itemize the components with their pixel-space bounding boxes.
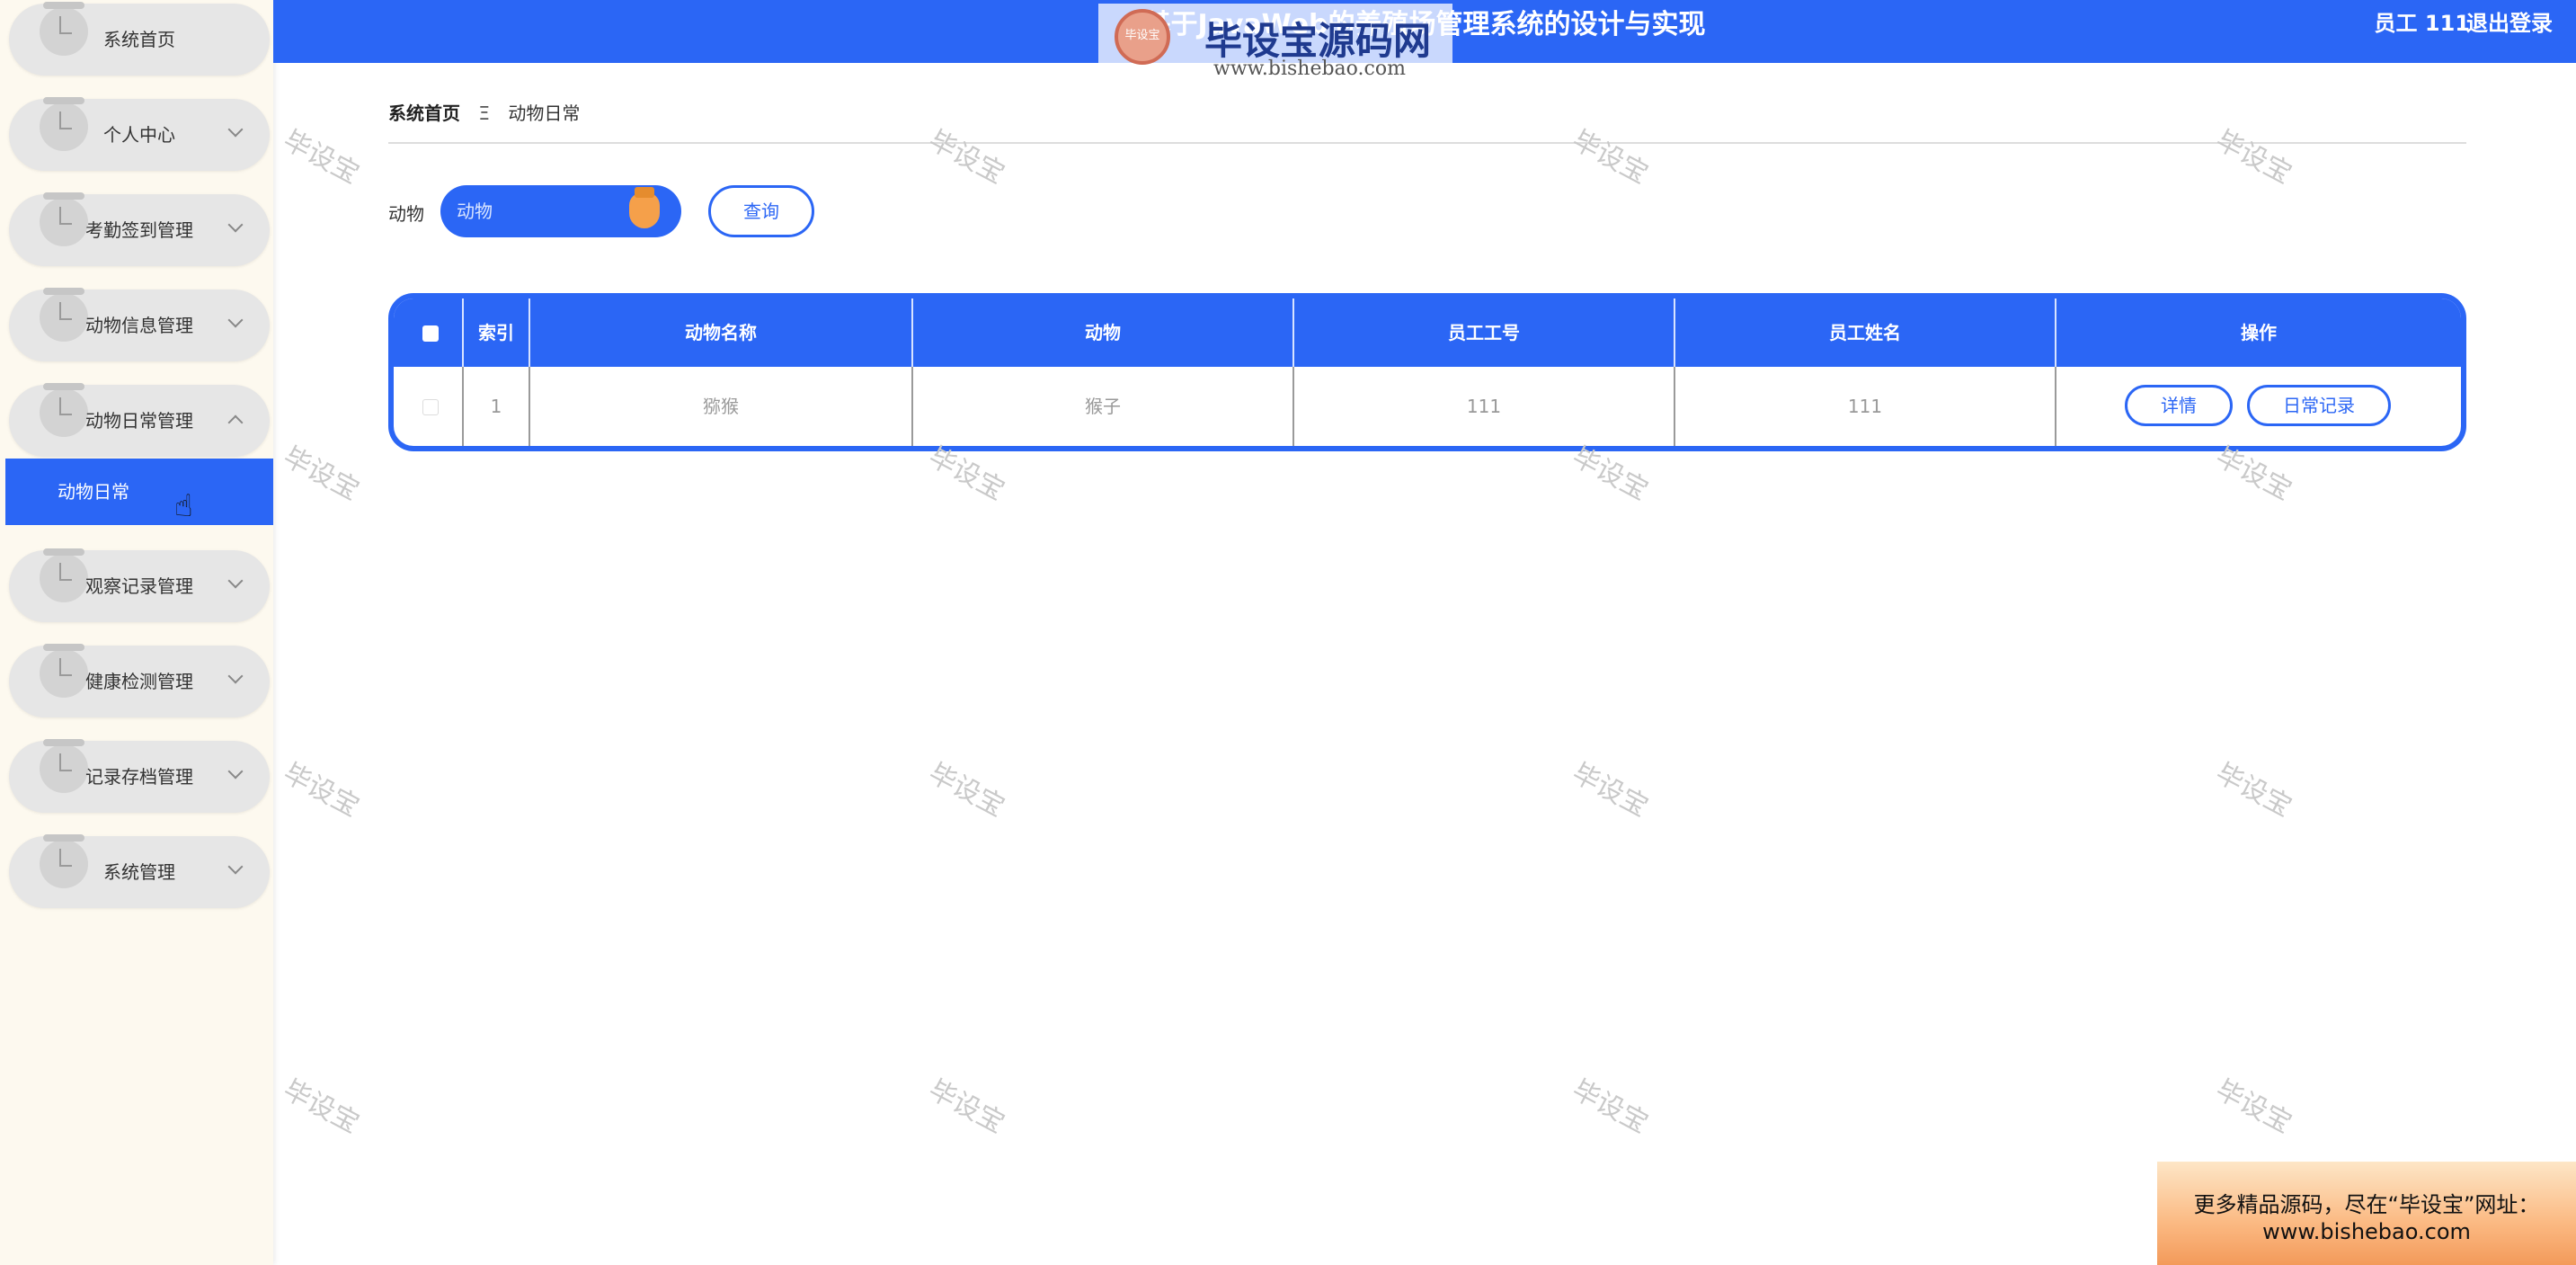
sidebar-item-label: 健康检测管理 — [85, 671, 193, 692]
watermark: 毕设宝 — [278, 124, 365, 191]
detail-button[interactable]: 详情 — [2125, 385, 2233, 426]
watermark: 毕设宝 — [278, 1073, 365, 1140]
sidebar-subitem-label: 动物日常 — [58, 481, 129, 503]
sidebar-item-profile[interactable]: 个人中心 — [9, 97, 270, 171]
watermark: 毕设宝 — [278, 757, 365, 824]
column-header: 员工工号 — [1294, 298, 1675, 367]
logout-button[interactable]: 退出登录 — [2466, 0, 2553, 47]
column-header: 操作 — [2241, 322, 2277, 343]
watermark: 毕设宝 — [923, 757, 1010, 824]
cell-animal: 猴子 — [913, 367, 1294, 446]
sidebar-item-label: 动物信息管理 — [85, 315, 193, 336]
sidebar-item-animal-info[interactable]: 动物信息管理 — [9, 288, 270, 361]
sidebar-item-attendance[interactable]: 考勤签到管理 — [9, 192, 270, 266]
promo-banner[interactable]: 更多精品源码，尽在“毕设宝”网址： www.bishebao.com — [2157, 1162, 2576, 1265]
sidebar-item-animal-daily[interactable]: 动物日常管理 — [9, 383, 270, 457]
sidebar-item-archive[interactable]: 记录存档管理 — [9, 739, 270, 813]
select-cell — [394, 367, 464, 446]
table-row: 1 猕猴 猴子 111 111 详情 日常记录 — [394, 367, 2461, 446]
daily-record-button[interactable]: 日常记录 — [2247, 385, 2391, 426]
sidebar-item-system[interactable]: 系统管理 — [9, 834, 270, 908]
sidebar-item-label: 记录存档管理 — [85, 766, 193, 788]
sidebar-item-label: 考勤签到管理 — [85, 219, 193, 241]
sidebar-item-label: 系统首页 — [103, 29, 175, 50]
cell-employee-name: 111 — [1675, 367, 2056, 446]
watermark: 毕设宝 — [1567, 1073, 1654, 1140]
watermark: 毕设宝 — [2210, 124, 2297, 191]
sidebar: 系统首页 个人中心 考勤签到管理 动物信息管理 动物日常管理 动物日常 观察记录… — [0, 0, 273, 1265]
sidebar-item-health-check[interactable]: 健康检测管理 — [9, 644, 270, 717]
watermark: 毕设宝 — [278, 441, 365, 507]
breadcrumb-separator-icon: Ξ — [478, 102, 490, 124]
promo-line-1: 更多精品源码，尽在“毕设宝”网址： — [2193, 1192, 2540, 1217]
logo-badge-text: 毕设宝 — [1124, 29, 1160, 42]
sidebar-item-observation[interactable]: 观察记录管理 — [9, 548, 270, 622]
watermark: 毕设宝 — [1567, 124, 1654, 191]
sidebar-item-label: 个人中心 — [103, 124, 175, 146]
column-header: 动物 — [913, 298, 1294, 367]
column-header: 员工姓名 — [1675, 298, 2056, 367]
search-label: 动物 — [388, 203, 424, 225]
breadcrumb: 系统首页 Ξ 动物日常 — [388, 99, 580, 125]
row-checkbox[interactable] — [422, 399, 439, 415]
table-header: 索引 动物名称 动物 员工工号 员工姓名 操作 — [394, 298, 2461, 367]
search-decoration-icon — [629, 187, 660, 228]
sidebar-subitem-animal-daily[interactable]: 动物日常 — [5, 459, 273, 525]
watermark: 毕设宝 — [923, 1073, 1010, 1140]
divider — [388, 142, 2466, 144]
sidebar-item-label: 系统管理 — [103, 861, 175, 883]
watermark: 毕设宝 — [2210, 1073, 2297, 1140]
cell-index: 1 — [464, 367, 530, 446]
sidebar-item-label: 观察记录管理 — [85, 575, 193, 597]
watermark: 毕设宝 — [2210, 757, 2297, 824]
column-header: 动物名称 — [530, 298, 913, 367]
logo-badge-icon: 毕设宝 — [1115, 9, 1170, 65]
select-all-cell — [394, 298, 464, 367]
cell-actions: 详情 日常记录 — [2056, 367, 2461, 446]
watermark: 毕设宝 — [1567, 757, 1654, 824]
promo-line-2: www.bishebao.com — [2262, 1219, 2471, 1244]
cell-employee-no: 111 — [1294, 367, 1675, 446]
current-user: 员工 111 — [2374, 11, 2470, 36]
breadcrumb-home[interactable]: 系统首页 — [388, 102, 460, 124]
hand-cursor-icon: ☝ — [174, 488, 193, 524]
cell-animal-name: 猕猴 — [530, 367, 913, 446]
select-all-checkbox[interactable] — [422, 325, 439, 342]
watermark: 毕设宝 — [923, 124, 1010, 191]
column-header: 索引 — [464, 298, 530, 367]
query-button[interactable]: 查询 — [708, 185, 814, 237]
breadcrumb-current: 动物日常 — [508, 102, 581, 124]
data-table: 索引 动物名称 动物 员工工号 员工姓名 操作 1 猕猴 猴子 111 111 … — [388, 293, 2466, 451]
site-logo-watermark: 毕设宝 毕设宝源码网 www.bishebao.com — [1098, 4, 1452, 80]
logo-url-text: www.bishebao.com — [1213, 58, 1406, 80]
sidebar-item-home[interactable]: 系统首页 — [9, 2, 270, 76]
